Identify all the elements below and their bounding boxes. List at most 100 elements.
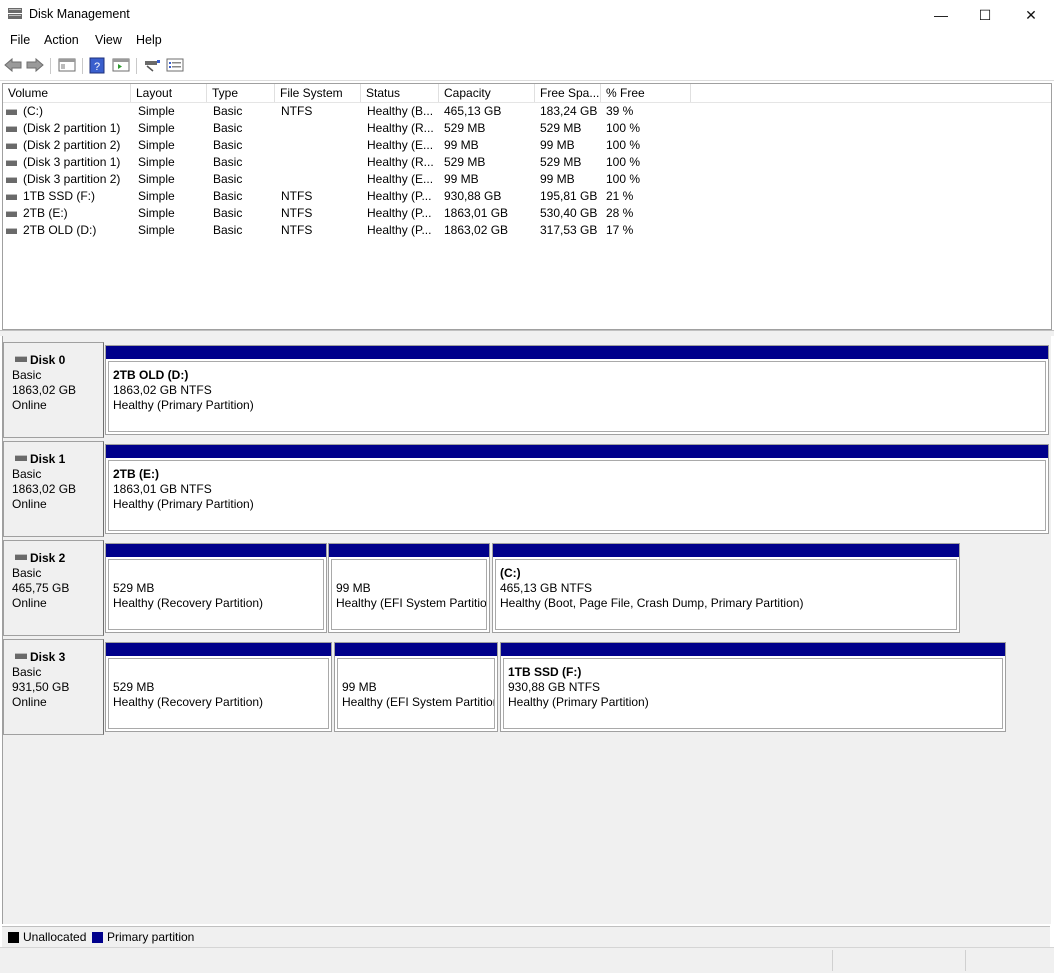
column-header-volume[interactable]: Volume [3,84,131,102]
partition-body: 529 MB Healthy (Recovery Partition) [108,658,329,729]
properties-icon[interactable] [166,57,184,73]
partition-body: 99 MB Healthy (EFI System Partition) [337,658,495,729]
legend-unallocated-label: Unallocated [23,930,87,944]
column-header-file-system[interactable]: File System [275,84,361,102]
disk-size: 1863,02 GB [12,383,77,397]
partition-bar [106,544,326,557]
table-row[interactable]: (Disk 3 partition 2) Simple Basic Healthy (… [3,171,1051,188]
table-cell: 1863,02 GB [444,223,509,237]
partition-block[interactable]: 1TB SSD (F:) 930,88 GB NTFS Healthy (Prima… [500,642,1006,732]
legend: Unallocated Primary partition [2,926,1050,947]
partition-block[interactable]: (C:) 465,13 GB NTFS Healthy (Boot, Page Fi… [492,543,960,633]
disk-label-0[interactable]: Disk 0 Basic 1863,02 GB Online [3,342,104,438]
disk-icon [15,356,27,362]
volume-icon [6,143,17,149]
legend-primary-label: Primary partition [107,930,195,944]
partition-bar [501,643,1005,656]
table-cell: 2TB (E:) [23,206,68,220]
column-header-layout[interactable]: Layout [131,84,207,102]
partition-body: 529 MB Healthy (Recovery Partition) [108,559,324,630]
table-cell: Simple [138,206,175,220]
table-cell: 195,81 GB [540,189,598,203]
disk-size: 1863,02 GB [12,482,77,496]
table-cell: Healthy (E... [367,172,434,186]
menu-view[interactable]: View [95,33,122,47]
table-row[interactable]: 2TB OLD (D:) Simple Basic NTFS Healthy (P...… [3,222,1051,239]
disk-label-3[interactable]: Disk 3 Basic 931,50 GB Online [3,639,104,735]
table-cell: Simple [138,104,175,118]
table-cell: 529 MB [444,121,486,135]
disk-icon [15,455,27,461]
table-row[interactable]: (Disk 2 partition 2) Simple Basic Healthy (… [3,137,1051,154]
partition-block[interactable]: 529 MB Healthy (Recovery Partition) [105,543,327,633]
column-header-type[interactable]: Type [207,84,275,102]
volume-icon [6,211,17,217]
partition-body: 2TB (E:) 1863,01 GB NTFS Healthy (Primary … [108,460,1046,531]
disk-state: Online [12,695,47,709]
volume-icon [6,126,17,132]
disk-label-2[interactable]: Disk 2 Basic 465,75 GB Online [3,540,104,636]
table-cell: 1TB SSD (F:) [23,189,96,203]
table-cell: Basic [213,223,243,237]
table-cell: 99 MB [444,138,479,152]
partition-block[interactable]: 529 MB Healthy (Recovery Partition) [105,642,332,732]
column-header-free-space[interactable]: Free Spa... [535,84,601,102]
table-cell: 21 % [606,189,634,203]
partition-block[interactable]: 2TB OLD (D:) 1863,02 GB NTFS Healthy (Prim… [105,345,1049,435]
close-icon: ✕ [1025,7,1037,23]
table-cell: Basic [213,172,243,186]
menu-help[interactable]: Help [136,33,162,47]
volume-icon [6,160,17,166]
partition-block[interactable]: 2TB (E:) 1863,01 GB NTFS Healthy (Primary … [105,444,1049,534]
table-row[interactable]: (Disk 3 partition 1) Simple Basic Healthy (… [3,154,1051,171]
forward-arrow-icon[interactable] [26,57,44,73]
table-row[interactable]: (C:) Simple Basic NTFS Healthy (B... 465,13 G… [3,103,1051,120]
table-cell: 100 % [606,172,641,186]
show-hide-action-pane-icon[interactable] [112,57,130,73]
partition-title: 2TB OLD (D:) [113,368,189,382]
maximize-button[interactable]: ☐ [962,0,1008,30]
menu-file[interactable]: File [10,33,30,47]
close-button[interactable]: ✕ [1008,0,1054,30]
disk-icon [15,554,27,560]
table-cell: 39 % [606,104,634,118]
console-tree-icon[interactable] [58,57,76,73]
table-cell: Basic [213,155,243,169]
table-row[interactable]: (Disk 2 partition 1) Simple Basic Healthy (… [3,120,1051,137]
partition-status: Healthy (Primary Partition) [508,695,649,709]
table-row[interactable]: 1TB SSD (F:) Simple Basic NTFS Healthy (P...… [3,188,1051,205]
table-row[interactable]: 2TB (E:) Simple Basic NTFS Healthy (P... 1863… [3,205,1051,222]
status-bar [0,947,1054,973]
table-cell: Healthy (P... [367,189,432,203]
table-cell: Basic [213,121,243,135]
maximize-icon: ☐ [978,7,992,23]
disk-name: Disk 3 [30,650,66,664]
table-cell: (C:) [23,104,43,118]
disk-label-1[interactable]: Disk 1 Basic 1863,02 GB Online [3,441,104,537]
table-cell: Simple [138,121,175,135]
window-title: Disk Management [29,7,130,21]
disk-type: Basic [12,566,42,580]
volume-icon [6,109,17,115]
partition-block[interactable]: 99 MB Healthy (EFI System Partition) [328,543,490,633]
disk-graph-pane: Disk 0 Basic 1863,02 GB Online 2TB OLD (D:) 1… [2,336,1051,924]
partition-status: Healthy (Primary Partition) [113,497,254,511]
table-cell: 99 MB [540,138,575,152]
help-icon[interactable]: ? [89,57,105,74]
table-cell: 930,88 GB [444,189,502,203]
table-cell: NTFS [281,206,313,220]
column-header-status[interactable]: Status [361,84,439,102]
partition-title: 1TB SSD (F:) [508,665,582,679]
partition-block[interactable]: 99 MB Healthy (EFI System Partition) [334,642,498,732]
minimize-button[interactable]: — [918,0,964,30]
column-header-capacity[interactable]: Capacity [439,84,535,102]
table-cell: Basic [213,138,243,152]
connect-disk-icon[interactable] [143,57,161,73]
partition-size: 465,13 GB NTFS [500,581,593,595]
back-arrow-icon[interactable] [4,57,22,73]
partition-size: 99 MB [336,581,371,595]
partition-status: Healthy (EFI System Partition) [336,596,487,610]
table-cell: 1863,01 GB [444,206,509,220]
column-header-percent-free[interactable]: % Free [601,84,691,102]
menu-action[interactable]: Action [44,33,79,47]
